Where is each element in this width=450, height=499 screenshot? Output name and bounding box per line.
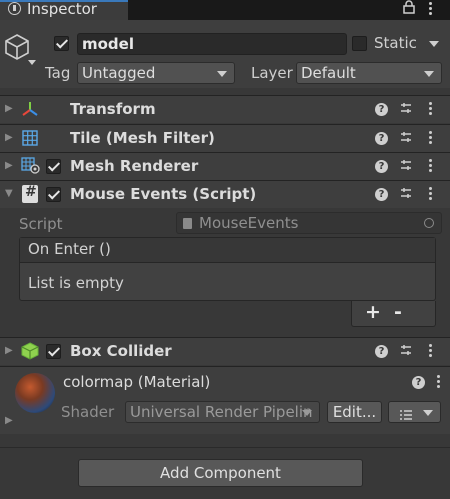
component-title: Mesh Renderer [70, 157, 199, 175]
add-component-button[interactable]: Add Component [78, 459, 363, 487]
help-icon[interactable]: ? [375, 132, 388, 145]
layer-value: Default [301, 64, 356, 82]
chevron-down-icon [302, 410, 312, 416]
shader-label: Shader [61, 403, 115, 421]
info-icon [8, 2, 21, 15]
box-collider-icon [21, 342, 39, 364]
preset-icon[interactable] [399, 186, 413, 204]
shader-options-button[interactable] [388, 401, 441, 423]
tag-value: Untagged [82, 64, 156, 82]
window-menu-icon[interactable] [429, 2, 432, 17]
help-icon[interactable]: ? [375, 160, 388, 173]
event-list: On Enter () List is empty [19, 237, 436, 301]
layer-label: Layer [251, 64, 293, 82]
object-picker-icon[interactable] [424, 218, 434, 228]
preset-icon[interactable] [399, 101, 413, 119]
script-value: MouseEvents [199, 214, 299, 232]
script-field: MouseEvents [176, 212, 442, 234]
foldout-arrow-icon[interactable]: ▶ [5, 345, 13, 356]
active-checkbox[interactable] [54, 36, 69, 51]
script-asset-icon [183, 218, 192, 229]
shader-dropdown[interactable]: Universal Render Pipelin [125, 401, 320, 423]
help-icon[interactable]: ? [412, 376, 425, 389]
component-menu-icon[interactable] [429, 187, 432, 202]
help-icon[interactable]: ? [375, 345, 388, 358]
list-icon [399, 407, 413, 425]
material-title: colormap (Material) [63, 373, 211, 391]
foldout-open-arrow-icon[interactable]: ▼ [5, 188, 13, 199]
chevron-down-icon [217, 71, 227, 77]
foldout-arrow-icon[interactable]: ▶ [5, 415, 13, 426]
tab-label: Inspector [27, 0, 97, 18]
transform-icon [21, 100, 39, 122]
chevron-down-icon [423, 410, 433, 416]
mesh-filter-grid-icon [21, 129, 39, 151]
divider [0, 447, 450, 448]
preset-icon[interactable] [399, 130, 413, 148]
static-dropdown-arrow-icon[interactable] [429, 41, 439, 47]
chevron-down-icon [424, 71, 434, 77]
empty-list-text: List is empty [28, 274, 124, 292]
list-footer: + - [351, 301, 436, 327]
script-label: Script [19, 215, 63, 233]
component-title: Box Collider [70, 342, 172, 360]
foldout-arrow-icon[interactable]: ▶ [5, 132, 13, 143]
help-icon[interactable]: ? [375, 188, 388, 201]
object-name-field[interactable]: model [77, 33, 347, 55]
preset-icon[interactable] [399, 158, 413, 176]
event-header: On Enter () [20, 238, 435, 263]
material-preview-sphere [15, 373, 55, 413]
icon-dropdown-arrow-icon[interactable] [28, 60, 36, 65]
component-menu-icon[interactable] [429, 344, 432, 359]
remove-item-button[interactable]: - [394, 301, 402, 323]
component-title: Transform [70, 100, 156, 118]
script-file-icon: # [22, 184, 38, 203]
tag-dropdown[interactable]: Untagged [77, 62, 235, 84]
help-icon[interactable]: ? [375, 103, 388, 116]
component-menu-icon[interactable] [429, 102, 432, 117]
edit-shader-button[interactable]: Edit... [327, 401, 382, 423]
static-label: Static [374, 34, 417, 52]
layer-dropdown[interactable]: Default [296, 62, 442, 84]
component-title: Tile (Mesh Filter) [70, 129, 215, 147]
static-checkbox[interactable] [352, 36, 367, 51]
object-name-value: model [82, 35, 134, 53]
preset-icon[interactable] [399, 343, 413, 361]
mesh-renderer-icon [21, 157, 41, 179]
add-item-button[interactable]: + [365, 301, 381, 323]
event-header-label: On Enter () [28, 240, 111, 258]
enabled-checkbox[interactable] [46, 159, 61, 174]
component-menu-icon[interactable] [429, 131, 432, 146]
shader-value: Universal Render Pipelin [130, 403, 313, 421]
lock-icon[interactable] [403, 0, 415, 18]
enabled-checkbox[interactable] [46, 344, 61, 359]
material-menu-icon[interactable] [437, 375, 440, 390]
component-menu-icon[interactable] [429, 159, 432, 174]
foldout-arrow-icon[interactable]: ▶ [5, 160, 13, 171]
gameobject-cube-icon [3, 32, 31, 64]
tag-label: Tag [45, 64, 71, 82]
foldout-arrow-icon[interactable]: ▶ [5, 103, 13, 114]
component-title: Mouse Events (Script) [70, 185, 257, 203]
enabled-checkbox[interactable] [46, 187, 61, 202]
